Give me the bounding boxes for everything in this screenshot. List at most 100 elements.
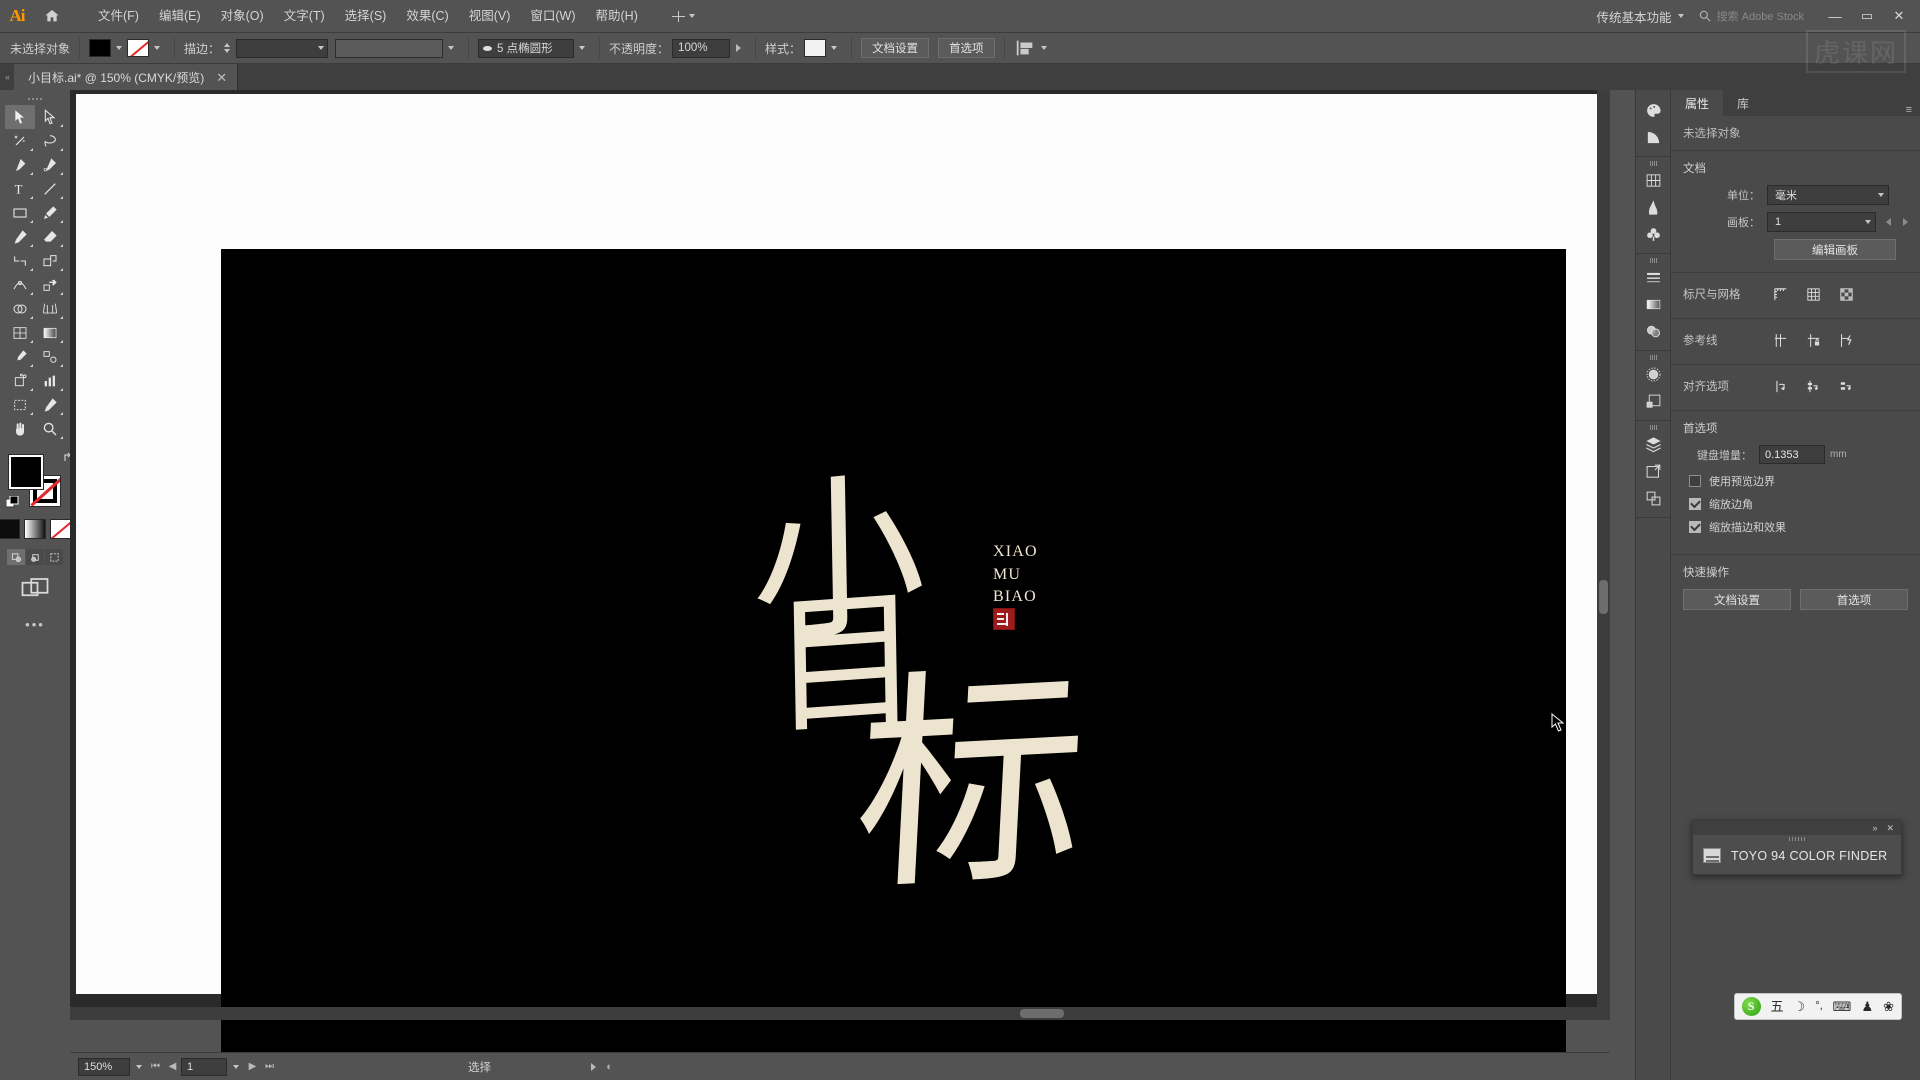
workspace-name[interactable]: 传统基本功能 [1591,7,1678,26]
zoom-level-input[interactable]: 150% [78,1057,130,1076]
menu-item-object[interactable]: 对象(O) [211,0,274,33]
appearance-icon[interactable] [1640,361,1667,388]
ime-toolbox-icon[interactable]: ❀ [1883,1000,1894,1013]
align-to-key-object-icon[interactable] [1800,374,1826,398]
stroke-profile-select[interactable] [335,38,444,58]
close-icon[interactable]: ✕ [1886,823,1894,833]
column-graph-tool[interactable] [35,369,65,393]
lock-guides-icon[interactable] [1800,328,1826,352]
scale-strokes-effects-checkbox[interactable] [1689,521,1701,533]
pencil-tool[interactable] [5,225,35,249]
opacity-flyout-button[interactable] [730,39,746,57]
default-fill-stroke-icon[interactable] [5,495,19,509]
swatches-icon[interactable] [1640,167,1667,194]
color-button[interactable] [0,519,20,539]
slice-tool[interactable] [35,393,65,417]
use-preview-bounds-checkbox-row[interactable]: 使用预览边界 [1683,473,1908,489]
color-panel-icon[interactable] [1640,97,1667,124]
show-transparency-grid-icon[interactable] [1833,282,1859,306]
sogou-logo-icon[interactable]: S [1741,997,1761,1016]
panel-menu-icon[interactable]: ≡ [1898,104,1920,116]
previous-artboard-button[interactable]: ◀ [164,1057,181,1077]
scale-strokes-effects-checkbox-row[interactable]: 缩放描边和效果 [1683,519,1908,535]
user-account-icon[interactable]: ♟ [1861,1000,1873,1013]
align-to-selection-icon[interactable] [1767,374,1793,398]
tab-properties[interactable]: 属性 [1671,90,1724,116]
scale-tool[interactable] [35,249,65,273]
symbols-icon[interactable] [1640,221,1667,248]
align-to-artboard-icon[interactable] [1833,374,1859,398]
fill-color-swatch[interactable] [89,39,112,57]
menu-item-help[interactable]: 帮助(H) [586,0,648,33]
draw-behind-icon[interactable] [26,549,44,565]
tab-libraries[interactable]: 库 [1723,90,1763,116]
artboards-icon[interactable] [1640,458,1667,485]
document-setup-button[interactable]: 文档设置 [861,38,930,58]
sogou-ime-toolbar[interactable]: S 五 ☽ °, ⌨ ♟ ❀ [1733,993,1902,1020]
toyo-drag-handle[interactable] [1693,835,1901,842]
zoom-dropdown-button[interactable] [130,1057,147,1077]
canvas-area[interactable]: 小 目 标 XIAO MU BIAO [70,90,1610,1064]
menu-item-window[interactable]: 窗口(W) [520,0,585,33]
gradient-button[interactable] [24,519,46,539]
first-artboard-button[interactable]: ⏮ [147,1057,164,1077]
rail-drag-handle[interactable] [1647,160,1659,167]
rail-drag-handle[interactable] [1647,257,1659,264]
fill-dropdown-button[interactable] [111,39,127,57]
stroke-color-swatch[interactable] [127,39,150,57]
graphic-styles-icon[interactable] [1640,388,1667,415]
artboard-select[interactable]: 1 [1767,212,1876,232]
artboard-number-input[interactable]: 1 [181,1057,227,1076]
previous-artboard-icon[interactable] [1886,218,1891,226]
menu-item-type[interactable]: 文字(T) [274,0,335,33]
rail-drag-handle[interactable] [1647,424,1659,431]
stroke-profile-dropdown[interactable] [443,39,459,57]
eyedropper-tool[interactable] [5,345,35,369]
rectangle-tool[interactable] [5,201,35,225]
status-flyout-icon[interactable] [591,1062,596,1071]
toyo-color-finder-popup[interactable]: » ✕ TOYO 94 COLOR FINDER [1692,820,1902,875]
zoom-tool[interactable] [35,417,65,441]
chevron-down-icon[interactable] [1036,39,1052,57]
edit-artboards-button[interactable]: 编辑画板 [1774,239,1896,260]
units-select[interactable]: 毫米 [1767,185,1889,205]
minimize-button[interactable]: — [1820,4,1850,28]
magic-wand-tool[interactable] [5,129,35,153]
brushes-icon[interactable] [1640,194,1667,221]
gradient-tool[interactable] [35,321,65,345]
show-guides-icon[interactable] [1767,328,1793,352]
punctuation-mode-icon[interactable]: °, [1815,1001,1822,1012]
smart-guides-icon[interactable] [1833,328,1859,352]
pen-tool[interactable] [5,153,35,177]
symbol-sprayer-tool[interactable] [5,369,35,393]
artboard-tool[interactable] [5,393,35,417]
brush-dropdown-button[interactable] [574,39,590,57]
none-button[interactable] [50,519,72,539]
layers-icon[interactable] [1640,431,1667,458]
quick-document-setup-button[interactable]: 文档设置 [1683,589,1791,610]
menu-item-edit[interactable]: 编辑(E) [149,0,211,33]
color-guide-icon[interactable] [1640,124,1667,151]
show-rulers-icon[interactable] [1767,282,1793,306]
next-artboard-button[interactable]: ▶ [244,1057,261,1077]
free-transform-tool[interactable] [35,273,65,297]
graphic-style-swatch[interactable] [804,39,827,57]
document-tab[interactable]: 小目标.ai* @ 150% (CMYK/预览) ✕ [14,64,239,90]
soft-keyboard-icon[interactable]: ⌨ [1833,1000,1852,1013]
edit-toolbar-button[interactable]: ••• [25,617,45,632]
stroke-weight-stepper[interactable] [220,39,234,58]
eraser-tool[interactable] [35,225,65,249]
search-stock-button[interactable]: 搜索 Adobe Stock [1698,8,1804,24]
rail-drag-handle[interactable] [1647,354,1659,361]
menu-item-view[interactable]: 视图(V) [459,0,521,33]
next-artboard-icon[interactable] [1903,218,1908,226]
lasso-tool[interactable] [35,129,65,153]
fill-color-indicator[interactable] [9,455,43,489]
perspective-grid-tool[interactable] [35,297,65,321]
toolbar-drag-handle[interactable] [0,94,70,103]
scale-corners-checkbox-row[interactable]: 缩放边角 [1683,496,1908,512]
artboard-dropdown-button[interactable] [227,1057,244,1077]
direct-selection-tool[interactable] [35,105,65,129]
workspace-switcher-button[interactable] [666,9,701,24]
screen-mode-button[interactable] [20,577,50,601]
